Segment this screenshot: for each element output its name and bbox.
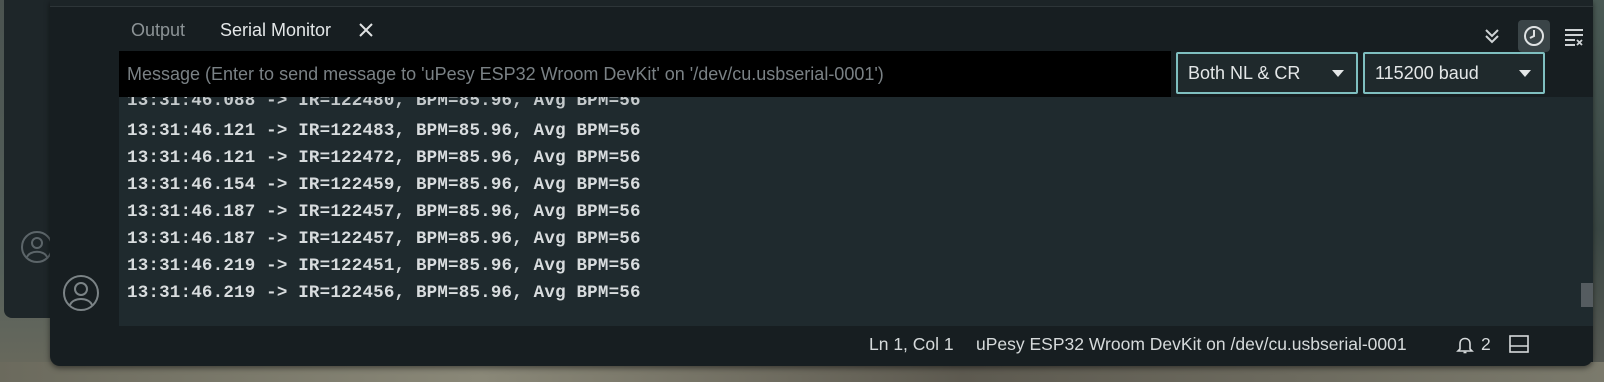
notification-count: 2 xyxy=(1481,334,1491,354)
tab-serial-monitor[interactable]: Serial Monitor xyxy=(220,20,331,41)
baud-rate-value: 115200 baud xyxy=(1375,62,1479,83)
caret-down-icon xyxy=(1332,70,1344,77)
status-bar: Ln 1, Col 1 uPesy ESP32 Wroom DevKit on … xyxy=(119,326,1593,362)
serial-output[interactable]: 13:31:46.088 -> IR=122480, BPM=85.96, Av… xyxy=(119,97,1593,326)
log-line-partial: 13:31:46.088 -> IR=122480, BPM=85.96, Av… xyxy=(127,97,641,111)
background-window-activity-bar xyxy=(4,0,55,318)
chevrons-down-icon[interactable] xyxy=(1476,20,1508,52)
clock-icon[interactable] xyxy=(1518,20,1550,52)
message-row: Both NL & CR 115200 baud xyxy=(119,51,1593,97)
close-icon[interactable] xyxy=(356,20,376,40)
panel-header: Output Serial Monitor xyxy=(120,8,1593,52)
clear-output-icon[interactable] xyxy=(1558,20,1590,52)
log-line: 13:31:46.154 -> IR=122459, BPM=85.96, Av… xyxy=(127,175,641,195)
account-icon[interactable] xyxy=(62,274,100,312)
notifications[interactable]: 2 xyxy=(1455,334,1491,355)
log-line: 13:31:46.187 -> IR=122457, BPM=85.96, Av… xyxy=(127,202,641,222)
message-input[interactable] xyxy=(119,51,1171,97)
log-line: 13:31:46.121 -> IR=122472, BPM=85.96, Av… xyxy=(127,148,641,168)
caret-down-icon xyxy=(1519,70,1531,77)
baud-rate-select[interactable]: 115200 baud xyxy=(1363,52,1545,94)
board-port-status[interactable]: uPesy ESP32 Wroom DevKit on /dev/cu.usbs… xyxy=(976,334,1407,355)
scrollbar-thumb[interactable] xyxy=(1581,283,1593,307)
tab-output[interactable]: Output xyxy=(131,20,185,41)
editor-area-edge xyxy=(50,0,1593,7)
panel-layout-icon[interactable] xyxy=(1509,335,1529,358)
line-ending-value: Both NL & CR xyxy=(1188,62,1301,83)
line-ending-select[interactable]: Both NL & CR xyxy=(1176,52,1358,94)
log-line: 13:31:46.187 -> IR=122457, BPM=85.96, Av… xyxy=(127,229,641,249)
log-line: 13:31:46.219 -> IR=122456, BPM=85.96, Av… xyxy=(127,283,641,303)
log-line: 13:31:46.121 -> IR=122483, BPM=85.96, Av… xyxy=(127,121,641,141)
bell-icon xyxy=(1456,337,1474,353)
cursor-position[interactable]: Ln 1, Col 1 xyxy=(869,334,954,355)
log-line: 13:31:46.219 -> IR=122451, BPM=85.96, Av… xyxy=(127,256,641,276)
